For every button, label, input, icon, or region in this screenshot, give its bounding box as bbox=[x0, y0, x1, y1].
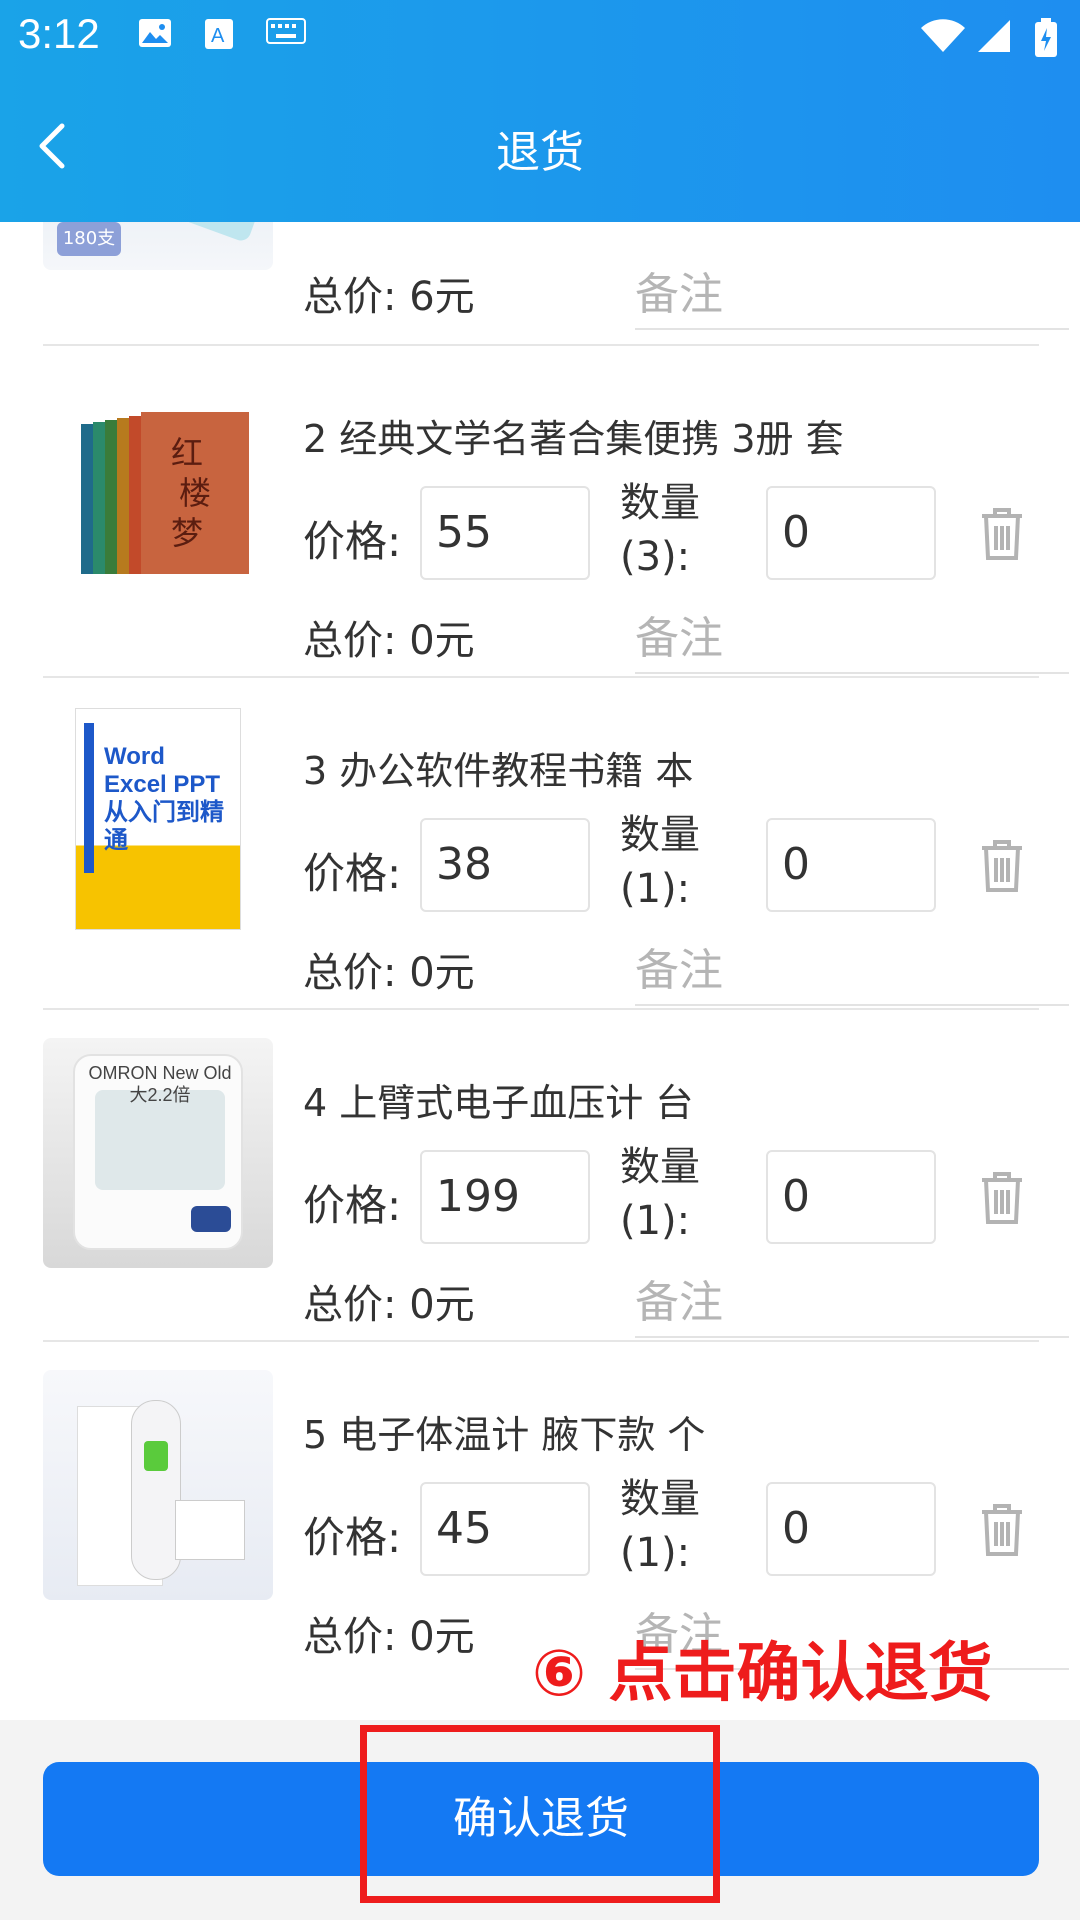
item-name: 3 办公软件教程书籍 本 bbox=[303, 749, 694, 793]
list-item: 红 楼 梦 2 经典文学名著合集便携 3册 套 价格: 55 数量 (3): 0… bbox=[0, 346, 1080, 678]
item-total: 总价: 0元 bbox=[303, 618, 475, 664]
product-image: 180支 bbox=[43, 222, 273, 270]
return-item-list[interactable]: 180支 总价: 6元 备注 红 楼 梦 2 经典文学名著合集便携 3册 套 价… bbox=[0, 222, 1080, 1720]
qty-label: 数量 (3): bbox=[620, 476, 700, 584]
qty-label: 数量 (1): bbox=[620, 1140, 700, 1248]
trash-icon[interactable] bbox=[978, 1502, 1026, 1558]
book-cover: Word Excel PPT 从入门到精通 bbox=[75, 708, 241, 930]
status-bar: 3:12 A bbox=[0, 0, 1080, 74]
price-label: 价格: bbox=[303, 1513, 402, 1562]
trash-icon[interactable] bbox=[978, 838, 1026, 894]
trash-icon[interactable] bbox=[978, 506, 1026, 562]
thermometer bbox=[131, 1400, 181, 1580]
signal-icon bbox=[978, 20, 1010, 52]
price-input[interactable]: 38 bbox=[420, 818, 590, 912]
highlight-box bbox=[360, 1725, 720, 1903]
note-field[interactable]: 备注 bbox=[635, 934, 1069, 1006]
item-name: 2 经典文学名著合集便携 3册 套 bbox=[303, 417, 844, 461]
qty-input[interactable]: 0 bbox=[766, 818, 936, 912]
product-image: OMRON New Old 大2.2倍 bbox=[43, 1038, 273, 1268]
product-image: Word Excel PPT 从入门到精通 bbox=[43, 706, 273, 936]
qty-input[interactable]: 0 bbox=[766, 486, 936, 580]
price-label: 价格: bbox=[303, 517, 402, 566]
tutorial-annotation: ⑥ 点击确认退货 bbox=[532, 1637, 993, 1711]
svg-text:楼: 楼 bbox=[179, 474, 211, 512]
qty-input[interactable]: 0 bbox=[766, 1482, 936, 1576]
qty-label: 数量 (1): bbox=[620, 808, 700, 916]
qty-label-text: 数量 (3): bbox=[620, 480, 700, 580]
device-body: OMRON New Old 大2.2倍 bbox=[73, 1054, 243, 1250]
note-field[interactable]: 备注 bbox=[635, 602, 1069, 674]
product-image: 红 楼 梦 bbox=[43, 376, 273, 606]
app-bar: 3:12 A 退货 bbox=[0, 0, 1080, 222]
price-label: 价格: bbox=[303, 1181, 402, 1230]
wifi-icon bbox=[921, 19, 965, 52]
price-label: 价格: bbox=[303, 849, 402, 898]
price-input[interactable]: 199 bbox=[420, 1150, 590, 1244]
trash-icon[interactable] bbox=[978, 1170, 1026, 1226]
item-total: 总价: 0元 bbox=[303, 950, 475, 996]
status-time: 3:12 bbox=[18, 10, 100, 57]
item-name: 4 上臂式电子血压计 台 bbox=[303, 1081, 694, 1125]
battery-icon bbox=[1035, 18, 1057, 57]
book-cover-text: Word Excel PPT 从入门到精通 bbox=[104, 743, 224, 854]
product-image bbox=[43, 1370, 273, 1600]
note-field[interactable]: 备注 bbox=[635, 258, 1069, 330]
product-image-caption: 180支 bbox=[57, 222, 121, 256]
keyboard-icon bbox=[266, 18, 306, 44]
gallery-icon bbox=[139, 19, 171, 47]
qty-label-text: 数量 (1): bbox=[620, 1476, 700, 1576]
svg-text:A: A bbox=[211, 25, 225, 47]
device-label: OMRON New Old 大2.2倍 bbox=[88, 1063, 232, 1105]
list-item: Word Excel PPT 从入门到精通 3 办公软件教程书籍 本 价格: 3… bbox=[0, 678, 1080, 1010]
item-name: 5 电子体温计 腋下款 个 bbox=[303, 1413, 706, 1457]
price-input[interactable]: 45 bbox=[420, 1482, 590, 1576]
text-scan-icon: A bbox=[205, 19, 233, 49]
qty-label-text: 数量 (1): bbox=[620, 1144, 700, 1244]
page-title: 退货 bbox=[496, 127, 584, 178]
item-total: 总价: 0元 bbox=[303, 1282, 475, 1328]
qty-input[interactable]: 0 bbox=[766, 1150, 936, 1244]
list-item: OMRON New Old 大2.2倍 4 上臂式电子血压计 台 价格: 199… bbox=[0, 1010, 1080, 1342]
qty-label-text: 数量 (1): bbox=[620, 812, 700, 912]
note-field[interactable]: 备注 bbox=[635, 1266, 1069, 1338]
price-input[interactable]: 55 bbox=[420, 486, 590, 580]
qty-label: 数量 (1): bbox=[620, 1472, 700, 1580]
item-total: 总价: 0元 bbox=[303, 1614, 475, 1660]
svg-text:红: 红 bbox=[171, 434, 203, 472]
book-set-image: 红 楼 梦 bbox=[81, 412, 249, 574]
item-total: 总价: 6元 bbox=[303, 274, 475, 320]
svg-text:梦: 梦 bbox=[171, 514, 203, 552]
